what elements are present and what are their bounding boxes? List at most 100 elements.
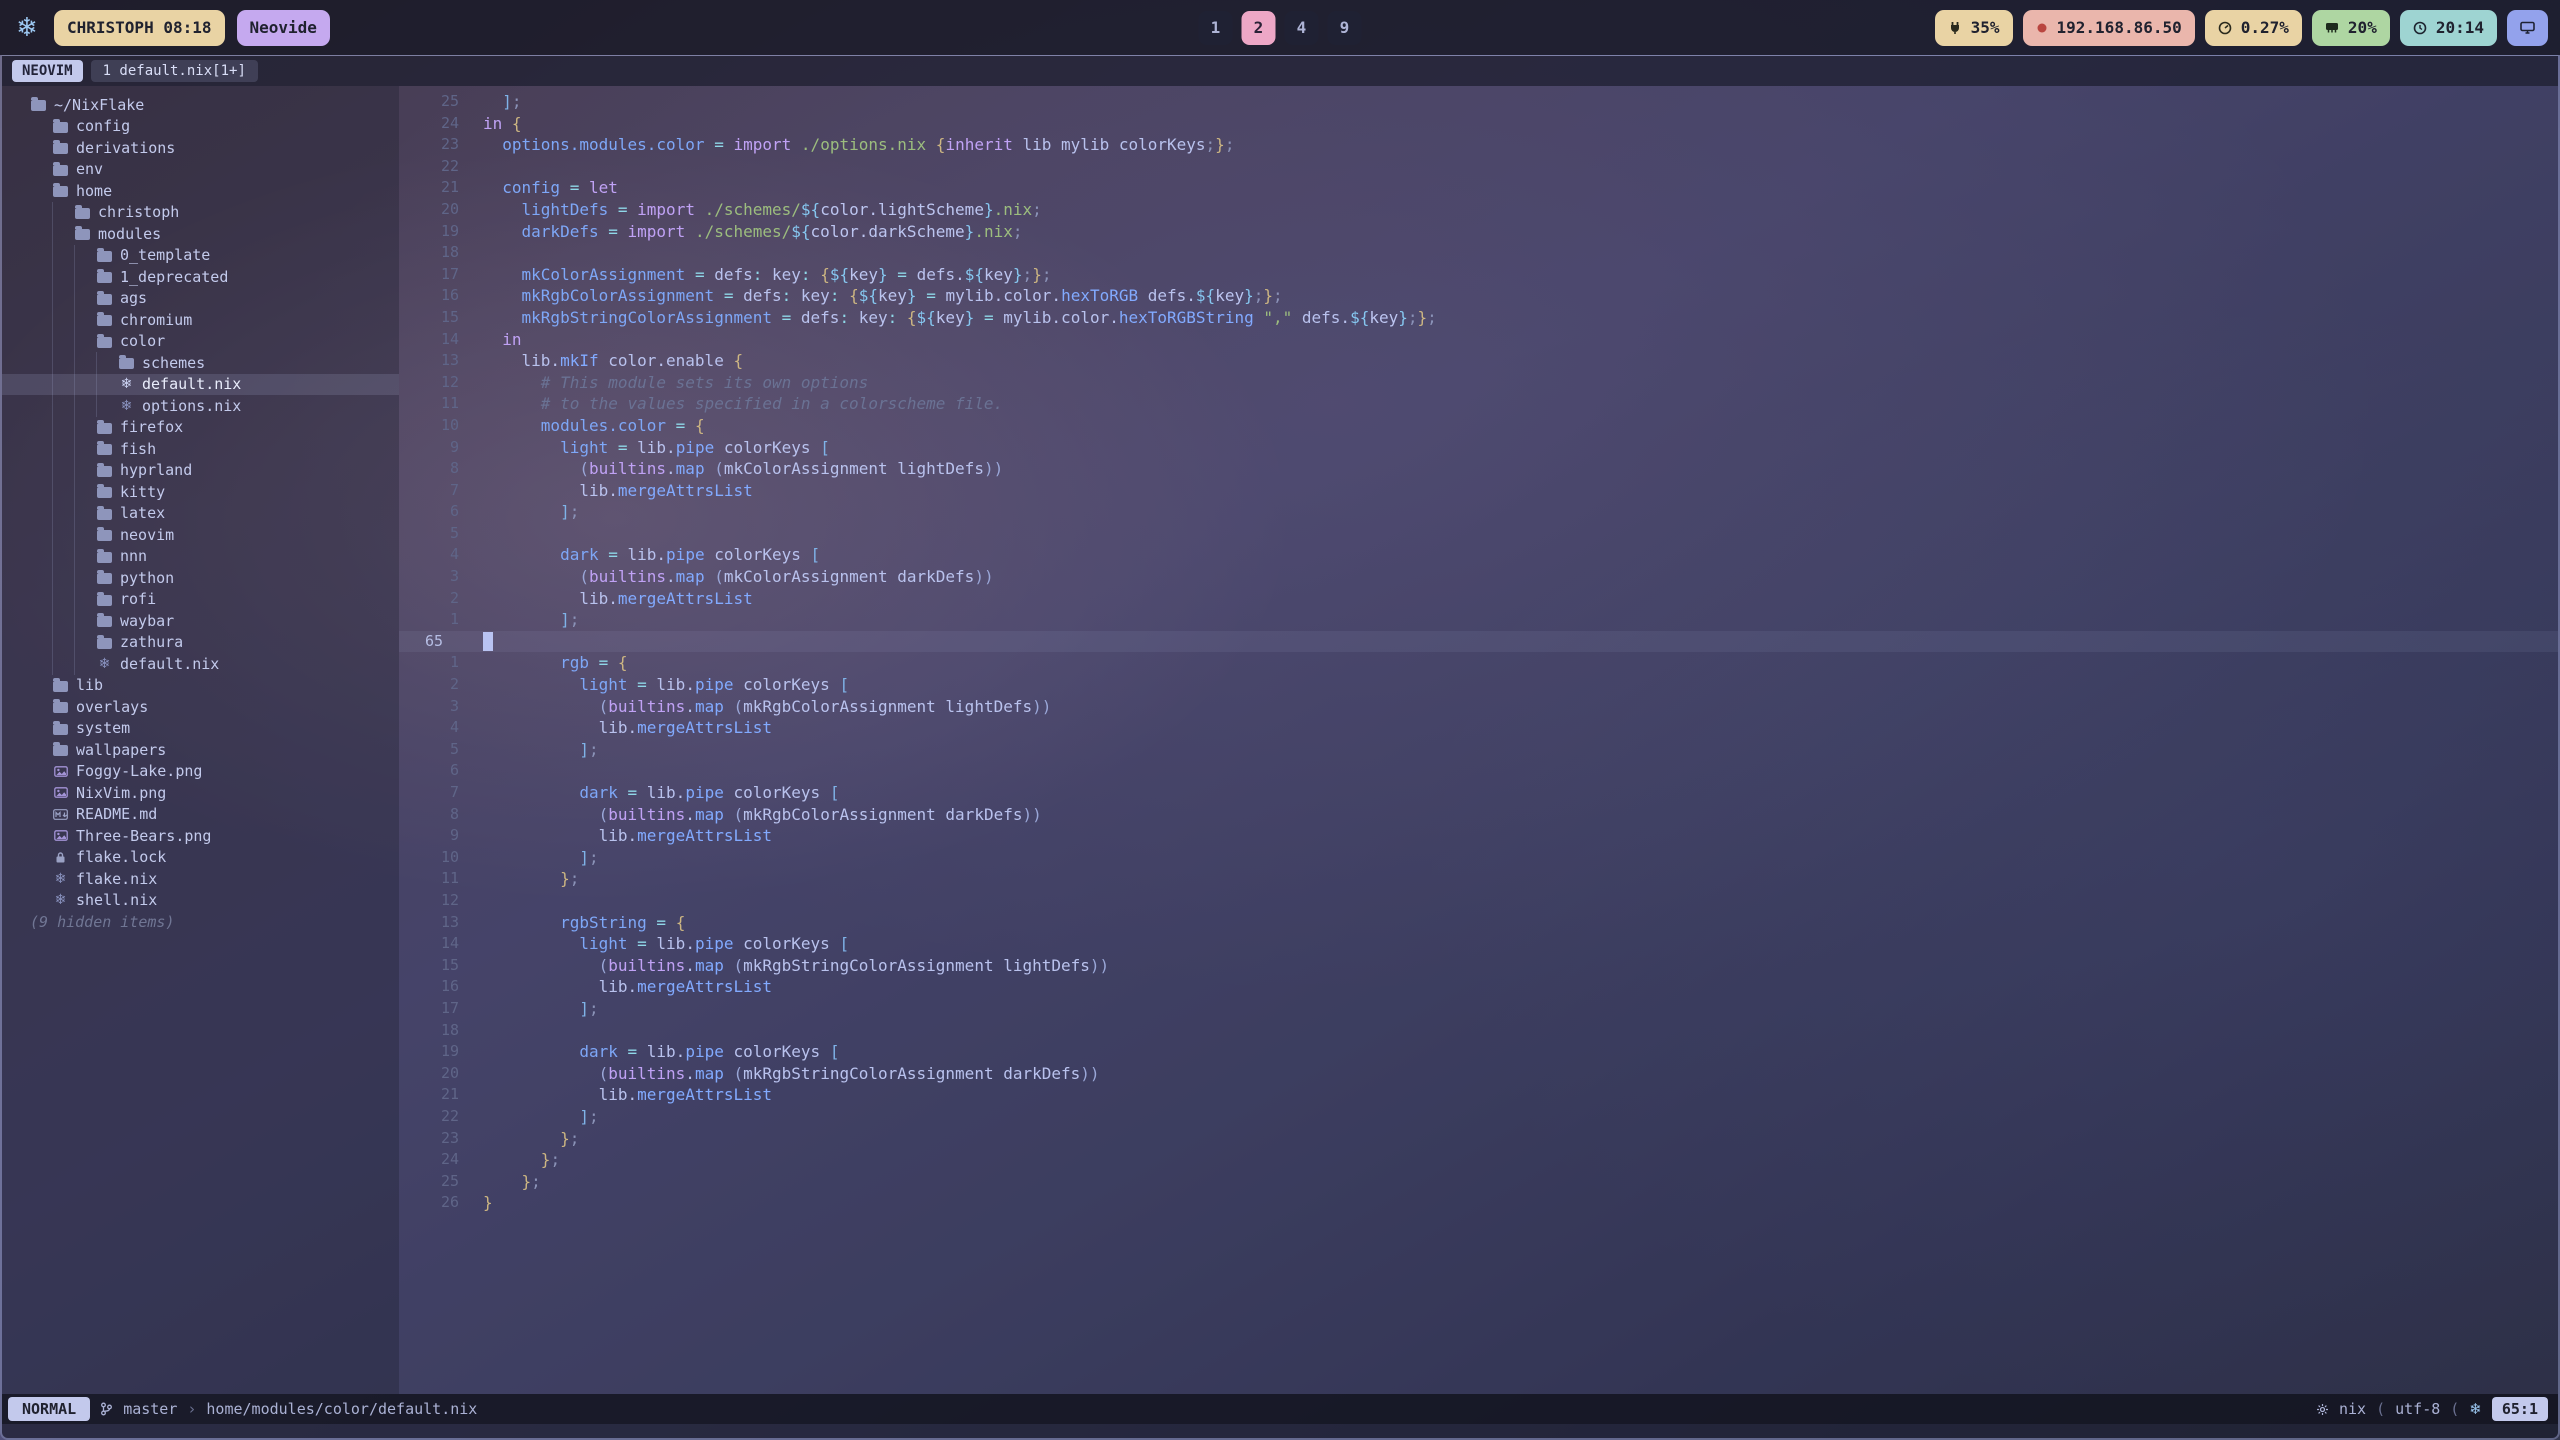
tree-item[interactable]: flake.lock	[2, 847, 399, 869]
code-line[interactable]: 26}	[399, 1192, 2558, 1214]
tree-item[interactable]: README.md	[2, 804, 399, 826]
code-line[interactable]: 24in {	[399, 113, 2558, 135]
code-line[interactable]: 11 # to the values specified in a colors…	[399, 393, 2558, 415]
tree-item[interactable]: chromium	[2, 309, 399, 331]
tree-item[interactable]: python	[2, 567, 399, 589]
tree-item[interactable]: system	[2, 718, 399, 740]
code-line[interactable]: 20 lightDefs = import ./schemes/${color.…	[399, 199, 2558, 221]
code-line[interactable]: 10 ];	[399, 847, 2558, 869]
tree-item[interactable]: christoph	[2, 202, 399, 224]
code-line-current[interactable]: 65	[399, 631, 2558, 653]
tree-item[interactable]: rofi	[2, 589, 399, 611]
code-line[interactable]: 4 lib.mergeAttrsList	[399, 717, 2558, 739]
tree-item[interactable]: home	[2, 180, 399, 202]
code-line[interactable]: 3 (builtins.map (mkRgbColorAssignment li…	[399, 696, 2558, 718]
tree-item[interactable]: ❄default.nix	[2, 653, 399, 675]
code-line[interactable]: 10 modules.color = {	[399, 415, 2558, 437]
code-line[interactable]: 5 ];	[399, 739, 2558, 761]
tree-item[interactable]: fish	[2, 438, 399, 460]
tree-item[interactable]: Three-Bears.png	[2, 825, 399, 847]
code-line[interactable]: 15 mkRgbStringColorAssignment = defs: ke…	[399, 307, 2558, 329]
tree-item[interactable]: ~/NixFlake	[2, 94, 399, 116]
code-line[interactable]: 8 (builtins.map (mkColorAssignment light…	[399, 458, 2558, 480]
code-line[interactable]: 20 (builtins.map (mkRgbStringColorAssign…	[399, 1063, 2558, 1085]
module-clock[interactable]: 20:14	[2400, 10, 2497, 46]
code-line[interactable]: 15 (builtins.map (mkRgbStringColorAssign…	[399, 955, 2558, 977]
code-lines[interactable]: 25 ];24in {23 options.modules.color = im…	[399, 86, 2558, 1394]
tree-item[interactable]: hyprland	[2, 460, 399, 482]
code-line[interactable]: 14 in	[399, 329, 2558, 351]
code-line[interactable]: 16 mkRgbColorAssignment = defs: key: {${…	[399, 285, 2558, 307]
module-tray[interactable]	[2507, 10, 2548, 46]
code-line[interactable]: 6 ];	[399, 501, 2558, 523]
code-line[interactable]: 3 (builtins.map (mkColorAssignment darkD…	[399, 566, 2558, 588]
code-line[interactable]: 9 light = lib.pipe colorKeys [	[399, 437, 2558, 459]
workspace-button[interactable]: 9	[1328, 11, 1362, 45]
module-network[interactable]: 192.168.86.50	[2023, 10, 2195, 46]
code-line[interactable]: 18	[399, 242, 2558, 264]
code-line[interactable]: 1 rgb = {	[399, 652, 2558, 674]
workspace-button[interactable]: 2	[1242, 11, 1276, 45]
code-line[interactable]: 25 ];	[399, 91, 2558, 113]
code-line[interactable]: 4 dark = lib.pipe colorKeys [	[399, 544, 2558, 566]
code-line[interactable]: 12 # This module sets its own options	[399, 372, 2558, 394]
code-line[interactable]: 9 lib.mergeAttrsList	[399, 825, 2558, 847]
code-line[interactable]: 11 };	[399, 868, 2558, 890]
tree-item[interactable]: zathura	[2, 632, 399, 654]
tree-item[interactable]: 1_deprecated	[2, 266, 399, 288]
code-line[interactable]: 19 darkDefs = import ./schemes/${color.d…	[399, 221, 2558, 243]
tree-item[interactable]: ❄flake.nix	[2, 868, 399, 890]
tree-item[interactable]: derivations	[2, 137, 399, 159]
code-line[interactable]: 5	[399, 523, 2558, 545]
active-app-badge[interactable]: Neovide	[237, 10, 330, 46]
code-line[interactable]: 17 mkColorAssignment = defs: key: {${key…	[399, 264, 2558, 286]
tree-item[interactable]: NixVim.png	[2, 782, 399, 804]
code-line[interactable]: 13 lib.mkIf color.enable {	[399, 350, 2558, 372]
tree-item[interactable]: ❄default.nix	[2, 374, 399, 396]
code-line[interactable]: 24 };	[399, 1149, 2558, 1171]
code-line[interactable]: 14 light = lib.pipe colorKeys [	[399, 933, 2558, 955]
workspace-button[interactable]: 4	[1285, 11, 1319, 45]
code-line[interactable]: 22	[399, 156, 2558, 178]
user-uptime-badge[interactable]: CHRISTOPH 08:18	[54, 10, 225, 46]
code-line[interactable]: 23 options.modules.color = import ./opti…	[399, 134, 2558, 156]
code-line[interactable]: 2 lib.mergeAttrsList	[399, 588, 2558, 610]
code-line[interactable]: 1 ];	[399, 609, 2558, 631]
tree-item[interactable]: ❄shell.nix	[2, 890, 399, 912]
tree-item[interactable]: env	[2, 159, 399, 181]
module-battery[interactable]: 35%	[1935, 10, 2013, 46]
code-line[interactable]: 16 lib.mergeAttrsList	[399, 976, 2558, 998]
tree-item[interactable]: ags	[2, 288, 399, 310]
code-line[interactable]: 6	[399, 760, 2558, 782]
buffer-tab[interactable]: 1 default.nix[1+]	[91, 60, 258, 82]
workspace-button[interactable]: 1	[1199, 11, 1233, 45]
tree-item[interactable]: 0_template	[2, 245, 399, 267]
code-line[interactable]: 25 };	[399, 1171, 2558, 1193]
code-line[interactable]: 19 dark = lib.pipe colorKeys [	[399, 1041, 2558, 1063]
tree-item[interactable]: Foggy-Lake.png	[2, 761, 399, 783]
tree-item[interactable]: neovim	[2, 524, 399, 546]
code-line[interactable]: 7 lib.mergeAttrsList	[399, 480, 2558, 502]
module-memory[interactable]: 20%	[2312, 10, 2390, 46]
tree-item[interactable]: ❄options.nix	[2, 395, 399, 417]
code-line[interactable]: 8 (builtins.map (mkRgbColorAssignment da…	[399, 804, 2558, 826]
code-line[interactable]: 13 rgbString = {	[399, 912, 2558, 934]
tree-item[interactable]: config	[2, 116, 399, 138]
tree-item[interactable]: kitty	[2, 481, 399, 503]
tree-item[interactable]: wallpapers	[2, 739, 399, 761]
tree-item[interactable]: color	[2, 331, 399, 353]
tree-item[interactable]: overlays	[2, 696, 399, 718]
code-line[interactable]: 12	[399, 890, 2558, 912]
tree-item[interactable]: latex	[2, 503, 399, 525]
code-line[interactable]: 18	[399, 1020, 2558, 1042]
code-line[interactable]: 22 ];	[399, 1106, 2558, 1128]
code-line[interactable]: 23 };	[399, 1128, 2558, 1150]
code-line[interactable]: 17 ];	[399, 998, 2558, 1020]
code-line[interactable]: 21 lib.mergeAttrsList	[399, 1084, 2558, 1106]
tree-item[interactable]: nnn	[2, 546, 399, 568]
tree-item[interactable]: firefox	[2, 417, 399, 439]
tree-item[interactable]: modules	[2, 223, 399, 245]
module-cpu-load[interactable]: 0.27%	[2205, 10, 2302, 46]
tree-item[interactable]: schemes	[2, 352, 399, 374]
tree-item[interactable]: lib	[2, 675, 399, 697]
